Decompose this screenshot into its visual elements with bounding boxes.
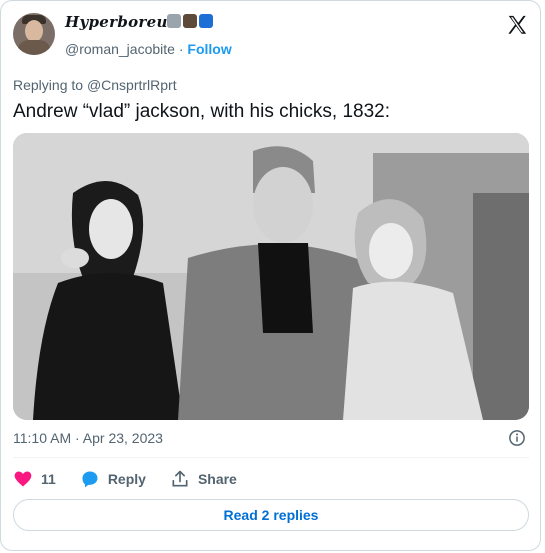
like-button[interactable]: 11	[13, 469, 56, 489]
share-button[interactable]: Share	[170, 469, 237, 489]
reply-bubble-icon	[82, 471, 98, 488]
share-icon	[172, 470, 188, 487]
author-handle[interactable]: @roman_jacobite	[65, 41, 175, 57]
eagle-emoji-icon	[183, 14, 197, 28]
tweet-text: Andrew “vlad” jackson, with his chicks, …	[13, 101, 390, 122]
x-logo-icon[interactable]	[506, 14, 528, 36]
flag-emoji-icon	[199, 14, 213, 28]
tweet-photo[interactable]	[13, 133, 529, 420]
reply-context: Replying to @CnsprtrlRprt	[13, 77, 177, 93]
author-handle-row: @roman_jacobite · Follow	[65, 41, 232, 57]
tweet-actions: 11 Reply Share	[13, 467, 261, 491]
share-label: Share	[197, 471, 237, 487]
author-display-name[interactable]: Hyperboreus	[65, 13, 176, 31]
reply-target-link[interactable]: @CnsprtrlRprt	[87, 77, 177, 93]
reply-label: Reply	[107, 471, 146, 487]
like-count: 11	[41, 471, 56, 487]
photo-illustration	[13, 133, 529, 420]
heart-icon	[14, 471, 32, 487]
avatar-body	[17, 40, 51, 55]
follow-button[interactable]: Follow	[187, 41, 231, 57]
author-badges	[167, 14, 213, 28]
reply-button[interactable]: Reply	[80, 469, 146, 489]
tweet-card: Hyperboreus @roman_jacobite · Follow Rep…	[0, 0, 541, 551]
handle-separator: ·	[174, 41, 188, 57]
reply-prefix: Replying to	[13, 77, 87, 93]
wolf-emoji-icon	[167, 14, 181, 28]
info-icon[interactable]	[508, 429, 526, 447]
tweet-timestamp[interactable]: 11:10 AM · Apr 23, 2023	[13, 430, 163, 446]
avatar-face	[25, 20, 43, 42]
read-replies-button[interactable]: Read 2 replies	[13, 499, 529, 531]
author-avatar[interactable]	[13, 13, 55, 55]
actions-divider	[13, 457, 529, 458]
